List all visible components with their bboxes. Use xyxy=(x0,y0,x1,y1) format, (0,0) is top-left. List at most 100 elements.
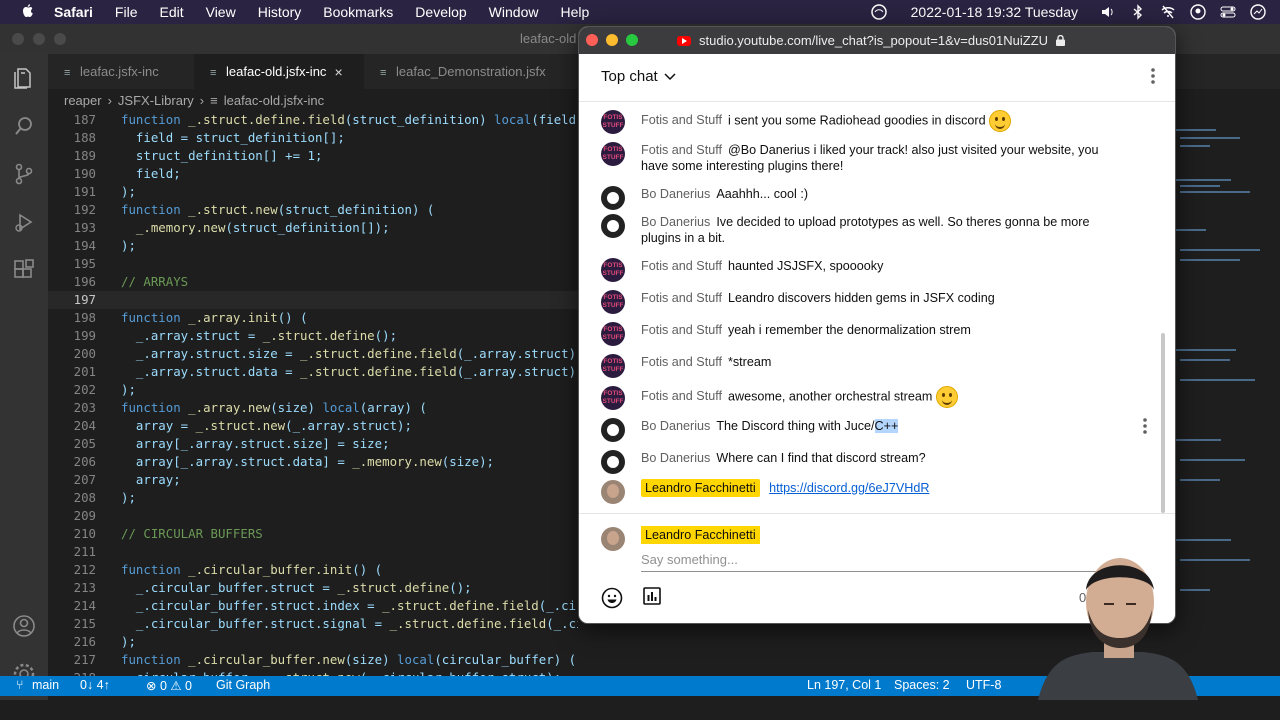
source-control-icon[interactable] xyxy=(12,162,36,186)
message-more-icon[interactable] xyxy=(1143,418,1147,434)
chat-author[interactable]: Bo Danerius xyxy=(641,419,710,433)
chat-message[interactable]: FOTIS STUFF Fotis and Stuff awesome, anot… xyxy=(601,386,1121,410)
minimize-dot[interactable] xyxy=(33,33,45,45)
chat-author[interactable]: Fotis and Stuff xyxy=(641,355,722,369)
status-git-graph[interactable]: Git Graph xyxy=(216,678,270,692)
code-line[interactable]: 215 _.circular_buffer.struct.signal = _.… xyxy=(48,615,578,633)
close-window-button[interactable] xyxy=(586,34,598,46)
code-line[interactable]: 200 _.array.struct.size = _.struct.defin… xyxy=(48,345,578,363)
emoji-picker-icon[interactable] xyxy=(601,587,623,609)
chat-author[interactable]: Fotis and Stuff xyxy=(641,143,722,157)
menu-help[interactable]: Help xyxy=(560,4,589,20)
code-line[interactable]: 205 array[_.array.struct.size] = size; xyxy=(48,435,578,453)
address-bar[interactable]: studio.youtube.com/live_chat?is_popout=1… xyxy=(677,33,1066,48)
status-problems[interactable]: ⊗ 0 ⚠ 0 xyxy=(146,678,192,693)
more-options-icon[interactable] xyxy=(1151,68,1155,84)
status-branch[interactable]: main xyxy=(32,678,59,692)
menu-view[interactable]: View xyxy=(206,4,236,20)
chat-message[interactable]: Bo Danerius The Discord thing with Juce/C… xyxy=(601,418,1121,442)
tab-leafac-old-jsfx-inc[interactable]: ≡ leafac-old.jsfx-inc × xyxy=(194,54,364,89)
code-line[interactable]: 199 _.array.struct = _.struct.define(); xyxy=(48,327,578,345)
chat-message[interactable]: FOTIS STUFF Fotis and Stuff i sent you so… xyxy=(601,110,1121,134)
status-position[interactable]: Ln 197, Col 1 xyxy=(807,678,881,692)
code-line[interactable]: 197 xyxy=(48,291,578,309)
zoom-dot[interactable] xyxy=(54,33,66,45)
code-line[interactable]: 196 // ARRAYS xyxy=(48,273,578,291)
code-line[interactable]: 211 xyxy=(48,543,578,561)
chat-author[interactable]: Fotis and Stuff xyxy=(641,323,722,337)
chat-message[interactable]: Bo Danerius Aaahhh... cool :) xyxy=(601,186,1121,210)
chat-author[interactable]: Bo Danerius xyxy=(641,187,710,201)
code-line[interactable]: 209 xyxy=(48,507,578,525)
code-line[interactable]: 201 _.array.struct.data = _.struct.defin… xyxy=(48,363,578,381)
code-line[interactable]: 198 function _.array.init() ( xyxy=(48,309,578,327)
code-line[interactable]: 208); xyxy=(48,489,578,507)
menu-file[interactable]: File xyxy=(115,4,138,20)
menu-develop[interactable]: Develop xyxy=(415,4,466,20)
code-line[interactable]: 195 xyxy=(48,255,578,273)
wifi-off-icon[interactable] xyxy=(1160,4,1176,20)
menu-safari[interactable]: Safari xyxy=(54,4,93,20)
bluetooth-icon[interactable] xyxy=(1130,4,1146,20)
code-line[interactable]: 202); xyxy=(48,381,578,399)
run-debug-icon[interactable] xyxy=(12,210,36,234)
code-line[interactable]: 212 function _.circular_buffer.init() ( xyxy=(48,561,578,579)
control-center-icon[interactable] xyxy=(1220,4,1236,20)
zoom-window-button[interactable] xyxy=(626,34,638,46)
chat-message[interactable]: FOTIS STUFF Fotis and Stuff @Bo Danerius … xyxy=(601,142,1121,174)
apple-icon[interactable] xyxy=(18,4,38,20)
code-line[interactable]: 216); xyxy=(48,633,578,651)
chat-message[interactable]: Bo Danerius Where can I find that discord… xyxy=(601,450,1121,474)
chat-message[interactable]: FOTIS STUFF Fotis and Stuff haunted JSJSF… xyxy=(601,258,1121,282)
status-spaces[interactable]: Spaces: 2 xyxy=(894,678,950,692)
menu-bookmarks[interactable]: Bookmarks xyxy=(323,4,393,20)
breadcrumb-item[interactable]: reaper xyxy=(64,93,102,108)
menubar-clock[interactable]: 2022-01-18 19:32 Tuesday xyxy=(911,4,1078,20)
user-circle-icon[interactable] xyxy=(1190,4,1206,20)
chat-author-owner[interactable]: Leandro Facchinetti xyxy=(641,479,760,497)
code-line[interactable]: 207 array; xyxy=(48,471,578,489)
volume-icon[interactable] xyxy=(1100,4,1116,20)
status-sync[interactable]: 0↓ 4↑ xyxy=(80,678,110,692)
code-line[interactable]: 203 function _.array.new(size) local(arra… xyxy=(48,399,578,417)
search-icon[interactable] xyxy=(12,114,36,138)
code-line[interactable]: 190 field; xyxy=(48,165,578,183)
chat-message[interactable]: FOTIS STUFF Fotis and Stuff Leandro disco… xyxy=(601,290,1121,314)
explorer-icon[interactable] xyxy=(12,66,36,90)
code-line[interactable]: 194); xyxy=(48,237,578,255)
extensions-icon[interactable] xyxy=(12,258,36,282)
code-line[interactable]: 204 array = _.struct.new(_.array.struct)… xyxy=(48,417,578,435)
chat-author[interactable]: Bo Danerius xyxy=(641,451,710,465)
code-line[interactable]: 191); xyxy=(48,183,578,201)
chat-author[interactable]: Fotis and Stuff xyxy=(641,259,722,273)
screen-record-icon[interactable] xyxy=(870,4,887,20)
close-dot[interactable] xyxy=(12,33,24,45)
chat-author[interactable]: Fotis and Stuff xyxy=(641,113,722,127)
code-line[interactable]: 214 _.circular_buffer.struct.index = _.s… xyxy=(48,597,578,615)
siri-icon[interactable] xyxy=(1250,4,1266,20)
code-editor[interactable]: 187 function _.struct.define.field(struct… xyxy=(48,111,578,701)
code-line[interactable]: 192 function _.struct.new(struct_definiti… xyxy=(48,201,578,219)
chat-message[interactable]: FOTIS STUFF Fotis and Stuff yeah i rememb… xyxy=(601,322,1121,346)
chat-message[interactable]: FOTIS STUFF Fotis and Stuff *stream xyxy=(601,354,1121,378)
code-line[interactable]: 188 field = struct_definition[]; xyxy=(48,129,578,147)
close-tab-icon[interactable]: × xyxy=(334,64,342,80)
chat-message[interactable]: Bo Danerius Ive decided to upload prototy… xyxy=(601,214,1121,246)
menu-window[interactable]: Window xyxy=(489,4,539,20)
poll-icon[interactable] xyxy=(643,587,661,605)
code-line[interactable]: 210 // CIRCULAR BUFFERS xyxy=(48,525,578,543)
status-encoding[interactable]: UTF-8 xyxy=(966,678,1001,692)
chat-messages[interactable]: FOTIS STUFF Fotis and Stuff i sent you so… xyxy=(579,103,1175,513)
breadcrumb-item[interactable]: JSFX-Library xyxy=(118,93,194,108)
menu-edit[interactable]: Edit xyxy=(159,4,183,20)
minimize-window-button[interactable] xyxy=(606,34,618,46)
code-line[interactable]: 206 array[_.array.struct.data] = _.memor… xyxy=(48,453,578,471)
accounts-icon[interactable] xyxy=(12,614,36,638)
breadcrumb-item[interactable]: leafac-old.jsfx-inc xyxy=(224,93,324,108)
chat-link[interactable]: https://discord.gg/6eJ7VHdR xyxy=(769,481,929,495)
chat-author[interactable]: Fotis and Stuff xyxy=(641,291,722,305)
menu-history[interactable]: History xyxy=(258,4,302,20)
code-line[interactable]: 187 function _.struct.define.field(struct… xyxy=(48,111,578,129)
chat-mode-dropdown[interactable]: Top chat xyxy=(601,68,676,85)
code-line[interactable]: 213 _.circular_buffer.struct = _.struct.… xyxy=(48,579,578,597)
